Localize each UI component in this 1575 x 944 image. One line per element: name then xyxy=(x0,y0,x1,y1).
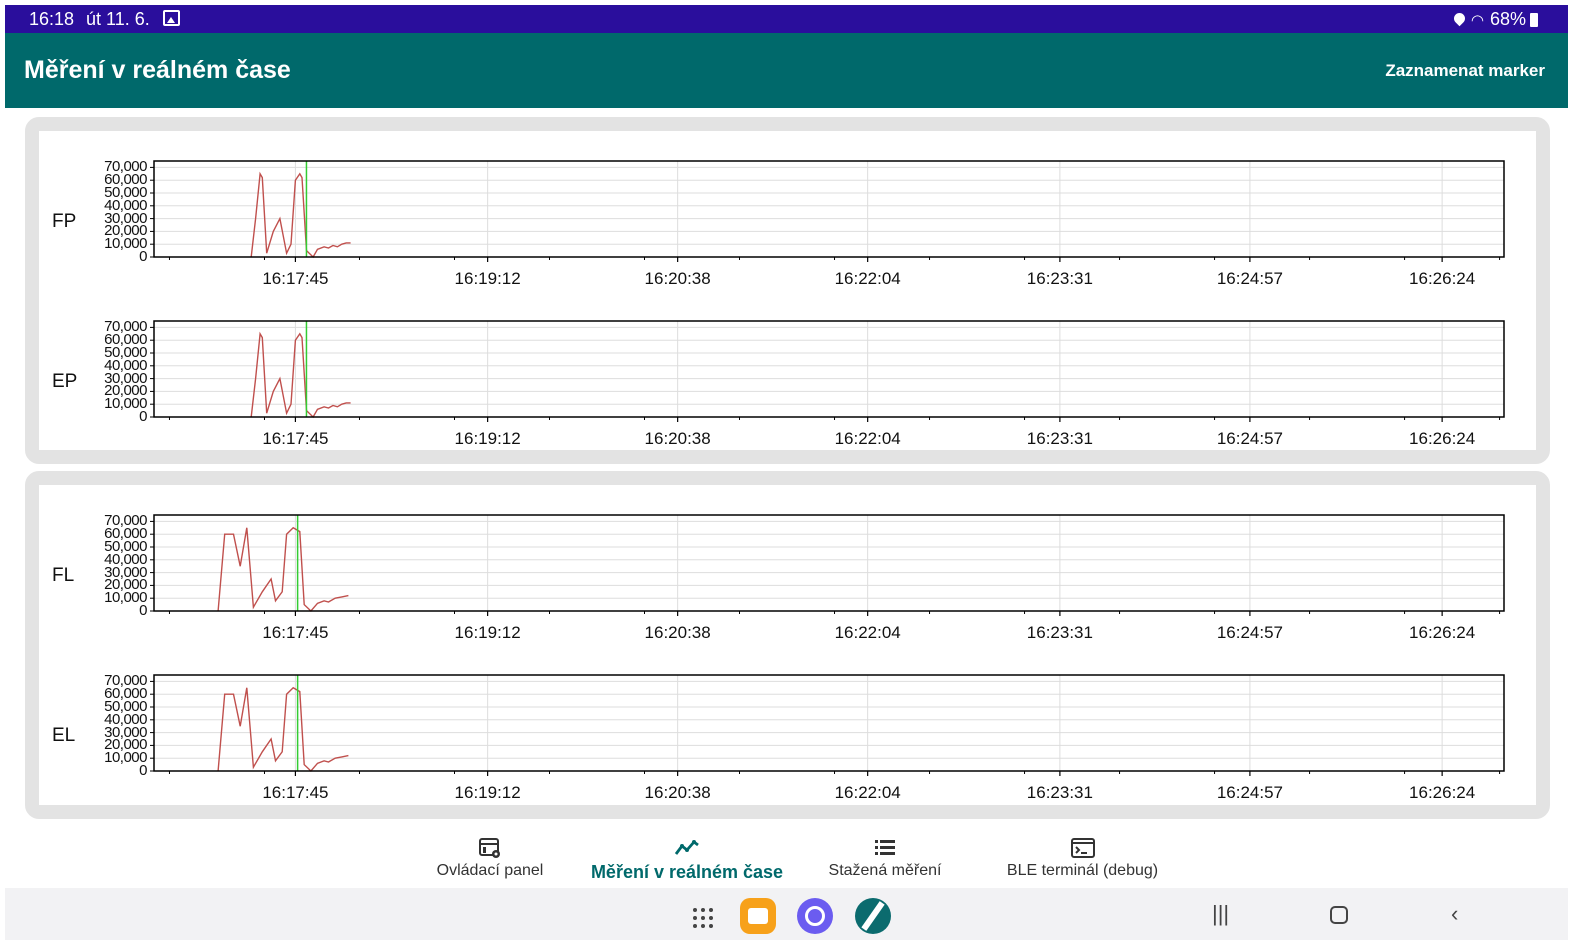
y-tick-label: 0 xyxy=(139,762,147,779)
x-tick-label: 16:23:31 xyxy=(1026,429,1093,448)
nav-label: Měření v reálném čase xyxy=(590,862,784,882)
plot-frame xyxy=(153,160,1505,258)
screen: 16:18 út 11. 6. ◠ 68% Měření v reálném č… xyxy=(5,5,1568,940)
x-tick-label: 16:17:45 xyxy=(262,269,329,288)
plot-frame xyxy=(153,320,1505,418)
x-tick-label: 16:17:45 xyxy=(262,623,329,642)
status-time: 16:18 xyxy=(29,9,75,29)
x-tick-label: 16:19:12 xyxy=(454,269,521,288)
x-tick-label: 16:17:45 xyxy=(262,429,329,448)
y-tick-label: 0 xyxy=(139,408,147,425)
nav-item-downloaded[interactable]: Stažená měření xyxy=(815,827,955,889)
y-tick-label: 0 xyxy=(139,602,147,619)
internet-app-icon[interactable] xyxy=(797,898,833,934)
nav-label: Ovládací panel xyxy=(436,862,544,879)
status-bar: 16:18 út 11. 6. ◠ 68% xyxy=(5,5,1568,33)
record-marker-button[interactable]: Zaznamenat marker xyxy=(1385,61,1545,81)
nav-item-realtime[interactable]: Měření v reálném čase xyxy=(587,827,787,889)
list-icon xyxy=(875,840,895,855)
recent-apps-button[interactable]: ||| xyxy=(1212,901,1229,927)
terminal-icon xyxy=(1070,838,1095,858)
x-tick-label: 16:20:38 xyxy=(644,269,711,288)
status-date: út 11. 6. xyxy=(86,9,150,29)
chart-fp: FP 70,000 60,000 50,000 40,000 30,000 20,000 1… xyxy=(39,146,1536,306)
wifi-icon: ◠ xyxy=(1470,11,1484,29)
nav-item-ble-terminal[interactable]: BLE terminál (debug) xyxy=(995,827,1170,889)
plot-frame xyxy=(153,674,1505,772)
x-tick-label: 16:26:24 xyxy=(1409,429,1476,448)
x-tick-label: 16:23:31 xyxy=(1026,269,1093,288)
bottom-navigation: Ovládací panel Měření v reálném čase Sta… xyxy=(5,827,1568,889)
x-tick-label: 16:26:24 xyxy=(1409,783,1476,802)
measurement-app-icon[interactable] xyxy=(855,898,891,934)
nav-item-dashboard[interactable]: Ovládací panel xyxy=(415,827,565,889)
battery-icon xyxy=(1530,12,1538,27)
chart-card-leg: FL 70,000 60,000 50,000 40,000 30,000 20,000 1… xyxy=(25,471,1550,819)
chart-el: EL 70,000 60,000 50,000 40,000 30,000 20,000 1… xyxy=(39,660,1536,820)
location-icon xyxy=(1454,13,1465,27)
nav-label: BLE terminál (debug) xyxy=(1006,862,1159,879)
x-tick-label: 16:24:57 xyxy=(1216,269,1283,288)
home-button[interactable] xyxy=(1330,906,1348,924)
x-tick-label: 16:22:04 xyxy=(834,429,901,448)
x-tick-label: 16:22:04 xyxy=(834,783,901,802)
nav-label: Stažená měření xyxy=(828,862,942,879)
x-tick-label: 16:22:04 xyxy=(834,269,901,288)
x-tick-label: 16:26:24 xyxy=(1409,623,1476,642)
system-navigation-bar: ||| ‹ xyxy=(5,888,1568,940)
x-tick-label: 16:24:57 xyxy=(1216,623,1283,642)
x-tick-label: 16:19:12 xyxy=(454,783,521,802)
page-title: Měření v reálném čase xyxy=(24,56,291,84)
x-tick-label: 16:20:38 xyxy=(644,783,711,802)
x-tick-label: 16:22:04 xyxy=(834,623,901,642)
y-tick-label: 0 xyxy=(139,248,147,265)
trend-line-icon xyxy=(674,840,699,855)
x-tick-label: 16:17:45 xyxy=(262,783,329,802)
app-drawer-icon[interactable] xyxy=(693,908,715,930)
x-tick-label: 16:20:38 xyxy=(644,623,711,642)
x-tick-label: 16:19:12 xyxy=(454,623,521,642)
x-tick-label: 16:23:31 xyxy=(1026,783,1093,802)
chart-fl: FL 70,000 60,000 50,000 40,000 30,000 20,000 1… xyxy=(39,500,1536,660)
status-indicators: ◠ 68% xyxy=(1454,9,1538,30)
back-button[interactable]: ‹ xyxy=(1451,901,1458,927)
gallery-notification-icon xyxy=(163,10,180,26)
x-tick-label: 16:24:57 xyxy=(1216,783,1283,802)
app-bar: Měření v reálném čase Zaznamenat marker xyxy=(5,33,1568,108)
chart-card-forearm: FP 70,000 60,000 50,000 40,000 30,000 20,000 1… xyxy=(25,117,1550,464)
battery-percentage: 68% xyxy=(1489,9,1526,29)
x-tick-label: 16:23:31 xyxy=(1026,623,1093,642)
x-tick-label: 16:19:12 xyxy=(454,429,521,448)
x-tick-label: 16:24:57 xyxy=(1216,429,1283,448)
plot-frame xyxy=(153,514,1505,612)
x-tick-label: 16:20:38 xyxy=(644,429,711,448)
x-tick-label: 16:26:24 xyxy=(1409,269,1476,288)
dashboard-settings-icon xyxy=(479,838,500,858)
chart-ep: EP 70,000 60,000 50,000 40,000 30,000 20,000 1… xyxy=(39,306,1536,466)
files-app-icon[interactable] xyxy=(740,898,776,934)
